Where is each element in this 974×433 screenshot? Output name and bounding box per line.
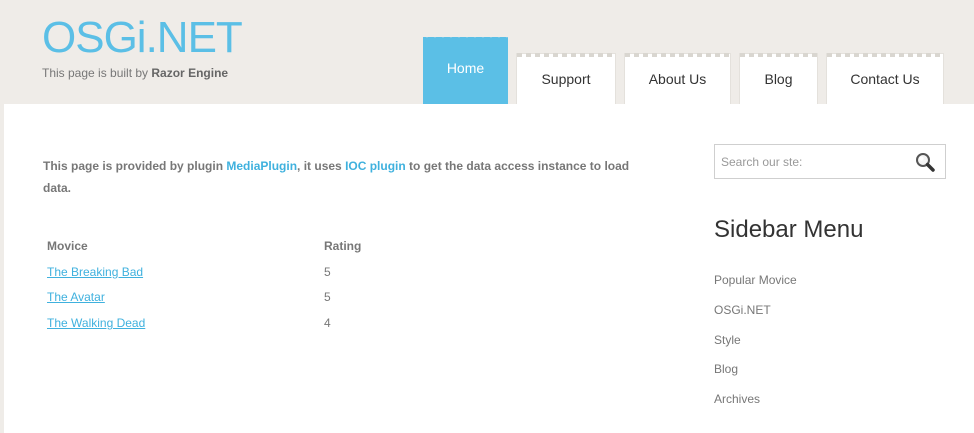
tab-contact-us[interactable]: Contact Us xyxy=(826,53,944,104)
tab-support-label: Support xyxy=(541,71,591,87)
tab-about-us[interactable]: About Us xyxy=(624,53,731,104)
rating-cell: 5 xyxy=(324,265,331,279)
rating-cell: 4 xyxy=(324,316,331,330)
intro-text: This page is provided by plugin MediaPlu… xyxy=(43,155,643,199)
intro-part-1: This page is provided by plugin xyxy=(43,159,227,173)
ioc-plugin-link[interactable]: IOC plugin xyxy=(345,159,406,173)
movie-link[interactable]: The Walking Dead xyxy=(47,316,145,330)
movie-link[interactable]: The Avatar xyxy=(47,290,105,304)
search-box xyxy=(714,144,946,179)
table-row: The Avatar xyxy=(47,290,105,304)
table-row: The Breaking Bad xyxy=(47,265,143,279)
column-header-movie: Movice xyxy=(47,239,88,253)
tab-support[interactable]: Support xyxy=(516,53,616,104)
tab-blog-label: Blog xyxy=(764,71,793,87)
main-nav: Home Support About Us Blog Contact Us xyxy=(0,0,974,104)
intro-part-2: , it uses xyxy=(297,159,346,173)
sidebar-item-blog[interactable]: Blog xyxy=(714,362,738,376)
table-row: The Walking Dead xyxy=(47,316,145,330)
mediaplugin-link[interactable]: MediaPlugin xyxy=(226,159,297,173)
movie-link[interactable]: The Breaking Bad xyxy=(47,265,143,279)
magnifier-icon[interactable] xyxy=(914,151,936,173)
rating-cell: 5 xyxy=(324,290,331,304)
sidebar-item-osgi-net[interactable]: OSGi.NET xyxy=(714,303,771,317)
tab-home[interactable]: Home xyxy=(423,34,508,104)
sidebar-item-style[interactable]: Style xyxy=(714,333,741,347)
sidebar-item-popular-movice[interactable]: Popular Movice xyxy=(714,273,797,287)
tab-home-label: Home xyxy=(446,59,485,76)
tab-blog[interactable]: Blog xyxy=(739,53,818,104)
tab-about-us-label: About Us xyxy=(648,71,707,87)
search-input[interactable] xyxy=(715,145,905,178)
sidebar-item-archives[interactable]: Archives xyxy=(714,392,760,406)
sidebar-title: Sidebar Menu xyxy=(714,216,864,243)
tab-contact-us-label: Contact Us xyxy=(850,71,920,87)
column-header-rating: Rating xyxy=(324,239,362,253)
